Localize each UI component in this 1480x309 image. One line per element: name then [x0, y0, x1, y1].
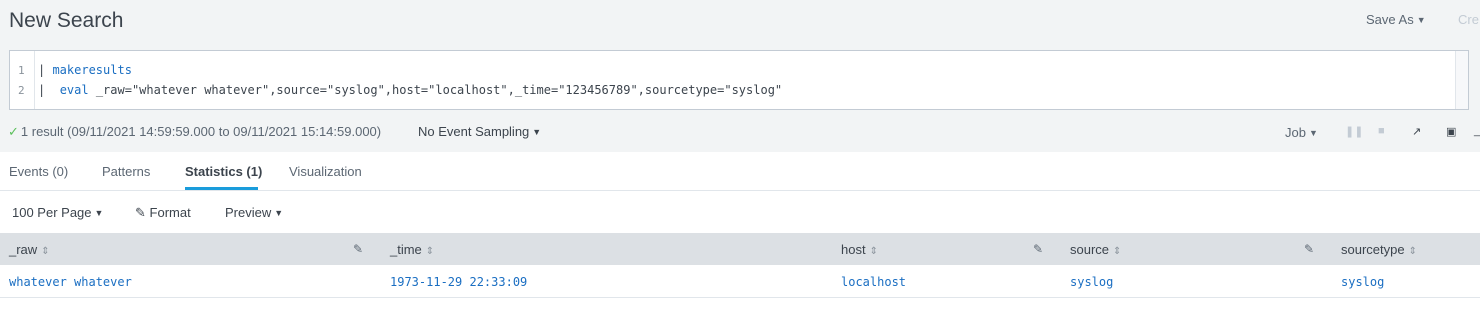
args-token: _raw="whatever whatever",source="syslog"…	[88, 83, 783, 97]
command-token: eval	[59, 83, 89, 97]
sort-icon: ⇕	[1113, 246, 1122, 257]
results-tabs: Events (0) Patterns Statistics (1) Visua…	[0, 152, 1480, 191]
pencil-icon[interactable]: ✎	[1304, 242, 1314, 256]
table-cell[interactable]: whatever whatever	[9, 275, 132, 289]
pipe-token: |	[38, 63, 53, 77]
create-menu[interactable]: Cre	[1458, 12, 1479, 27]
search-line[interactable]: | makeresults	[38, 63, 132, 77]
search-line[interactable]: | eval _raw="whatever whatever",source="…	[38, 83, 782, 97]
save-as-menu[interactable]: Save As ▼	[1366, 12, 1426, 27]
caret-down-icon: ▼	[1308, 128, 1318, 138]
event-sampling-menu[interactable]: No Event Sampling ▼	[418, 124, 541, 139]
column-header-host[interactable]: host ⇕	[841, 242, 878, 257]
preview-label: Preview	[225, 205, 272, 220]
tab-visualization[interactable]: Visualization	[289, 164, 362, 179]
column-header-sourcetype[interactable]: sourcetype ⇕	[1341, 242, 1417, 257]
search-bar-area: 1 2 | makeresults | eval _raw="whatever …	[0, 44, 1480, 110]
sort-icon: ⇕	[869, 246, 878, 257]
tab-events[interactable]: Events (0)	[9, 164, 68, 179]
format-button[interactable]: ✎ Format	[135, 205, 191, 221]
column-label: _raw	[9, 242, 38, 257]
line-number: 2	[18, 84, 25, 97]
tab-patterns[interactable]: Patterns	[102, 164, 150, 179]
print-icon[interactable]: ▣	[1446, 125, 1456, 138]
sort-icon: ⇕	[41, 246, 50, 257]
line-number: 1	[18, 64, 25, 77]
pencil-icon[interactable]: ✎	[353, 242, 363, 256]
caret-down-icon: ▼	[1416, 15, 1426, 25]
table-header: _raw ⇕ ✎ _time ⇕ host ⇕ ✎ source ⇕ ✎ sourcet…	[0, 233, 1480, 265]
results-toolbar: 100 Per Page ▼ ✎ Format Preview ▼	[0, 191, 1480, 233]
per-page-menu[interactable]: 100 Per Page ▼	[12, 205, 103, 220]
pause-icon[interactable]: ❚❚	[1345, 125, 1363, 138]
column-header-time[interactable]: _time ⇕	[390, 242, 434, 257]
result-count-text: 1 result (09/11/2021 14:59:59.000 to 09/…	[20, 124, 382, 139]
sort-icon: ⇕	[1408, 246, 1417, 257]
save-as-label: Save As	[1366, 12, 1414, 27]
column-label: sourcetype	[1341, 242, 1405, 257]
stop-icon[interactable]: ■	[1378, 125, 1385, 137]
check-icon: ✓	[8, 124, 19, 139]
tab-statistics[interactable]: Statistics (1)	[185, 164, 262, 179]
format-label: Format	[149, 205, 191, 220]
editor-scrollbar[interactable]	[1455, 51, 1468, 109]
sort-icon: ⇕	[425, 246, 435, 257]
result-summary: ✓ 1 result (09/11/2021 14:59:59.000 to 09…	[8, 124, 381, 140]
share-icon[interactable]: ↗	[1412, 125, 1421, 138]
table-cell[interactable]: localhost	[841, 275, 906, 289]
table-cell[interactable]: 1973-11-29 22:33:09	[390, 275, 527, 289]
per-page-label: 100 Per Page	[12, 205, 92, 220]
preview-menu[interactable]: Preview ▼	[225, 205, 283, 220]
column-label: source	[1070, 242, 1110, 257]
pencil-icon[interactable]: ✎	[1033, 242, 1043, 256]
column-label: host	[841, 242, 866, 257]
sampling-label: No Event Sampling	[418, 124, 530, 139]
top-bar: New Search Save As ▼ Cre	[0, 0, 1480, 44]
caret-down-icon: ▼	[532, 127, 542, 137]
command-token: makeresults	[52, 63, 132, 77]
export-icon[interactable]: _	[1474, 125, 1480, 137]
column-header-source[interactable]: source ⇕	[1070, 242, 1121, 257]
table-cell[interactable]: syslog	[1070, 275, 1113, 289]
caret-down-icon: ▼	[274, 208, 284, 218]
column-header-raw[interactable]: _raw ⇕	[9, 242, 50, 257]
pencil-icon: ✎	[135, 205, 146, 220]
job-menu[interactable]: Job ▼	[1285, 125, 1318, 140]
page-title: New Search	[9, 9, 124, 32]
table-row: whatever whatever 1973-11-29 22:33:09 lo…	[0, 265, 1480, 298]
line-number-gutter: 1 2	[10, 51, 35, 109]
search-editor[interactable]: 1 2 | makeresults | eval _raw="whatever …	[9, 50, 1469, 110]
active-tab-indicator	[185, 187, 258, 190]
pipe-token: |	[38, 83, 60, 97]
job-label: Job	[1285, 125, 1306, 140]
column-label: _time	[390, 242, 422, 257]
caret-down-icon: ▼	[94, 208, 104, 218]
table-cell[interactable]: syslog	[1341, 275, 1384, 289]
status-bar: ✓ 1 result (09/11/2021 14:59:59.000 to 09…	[0, 110, 1480, 152]
